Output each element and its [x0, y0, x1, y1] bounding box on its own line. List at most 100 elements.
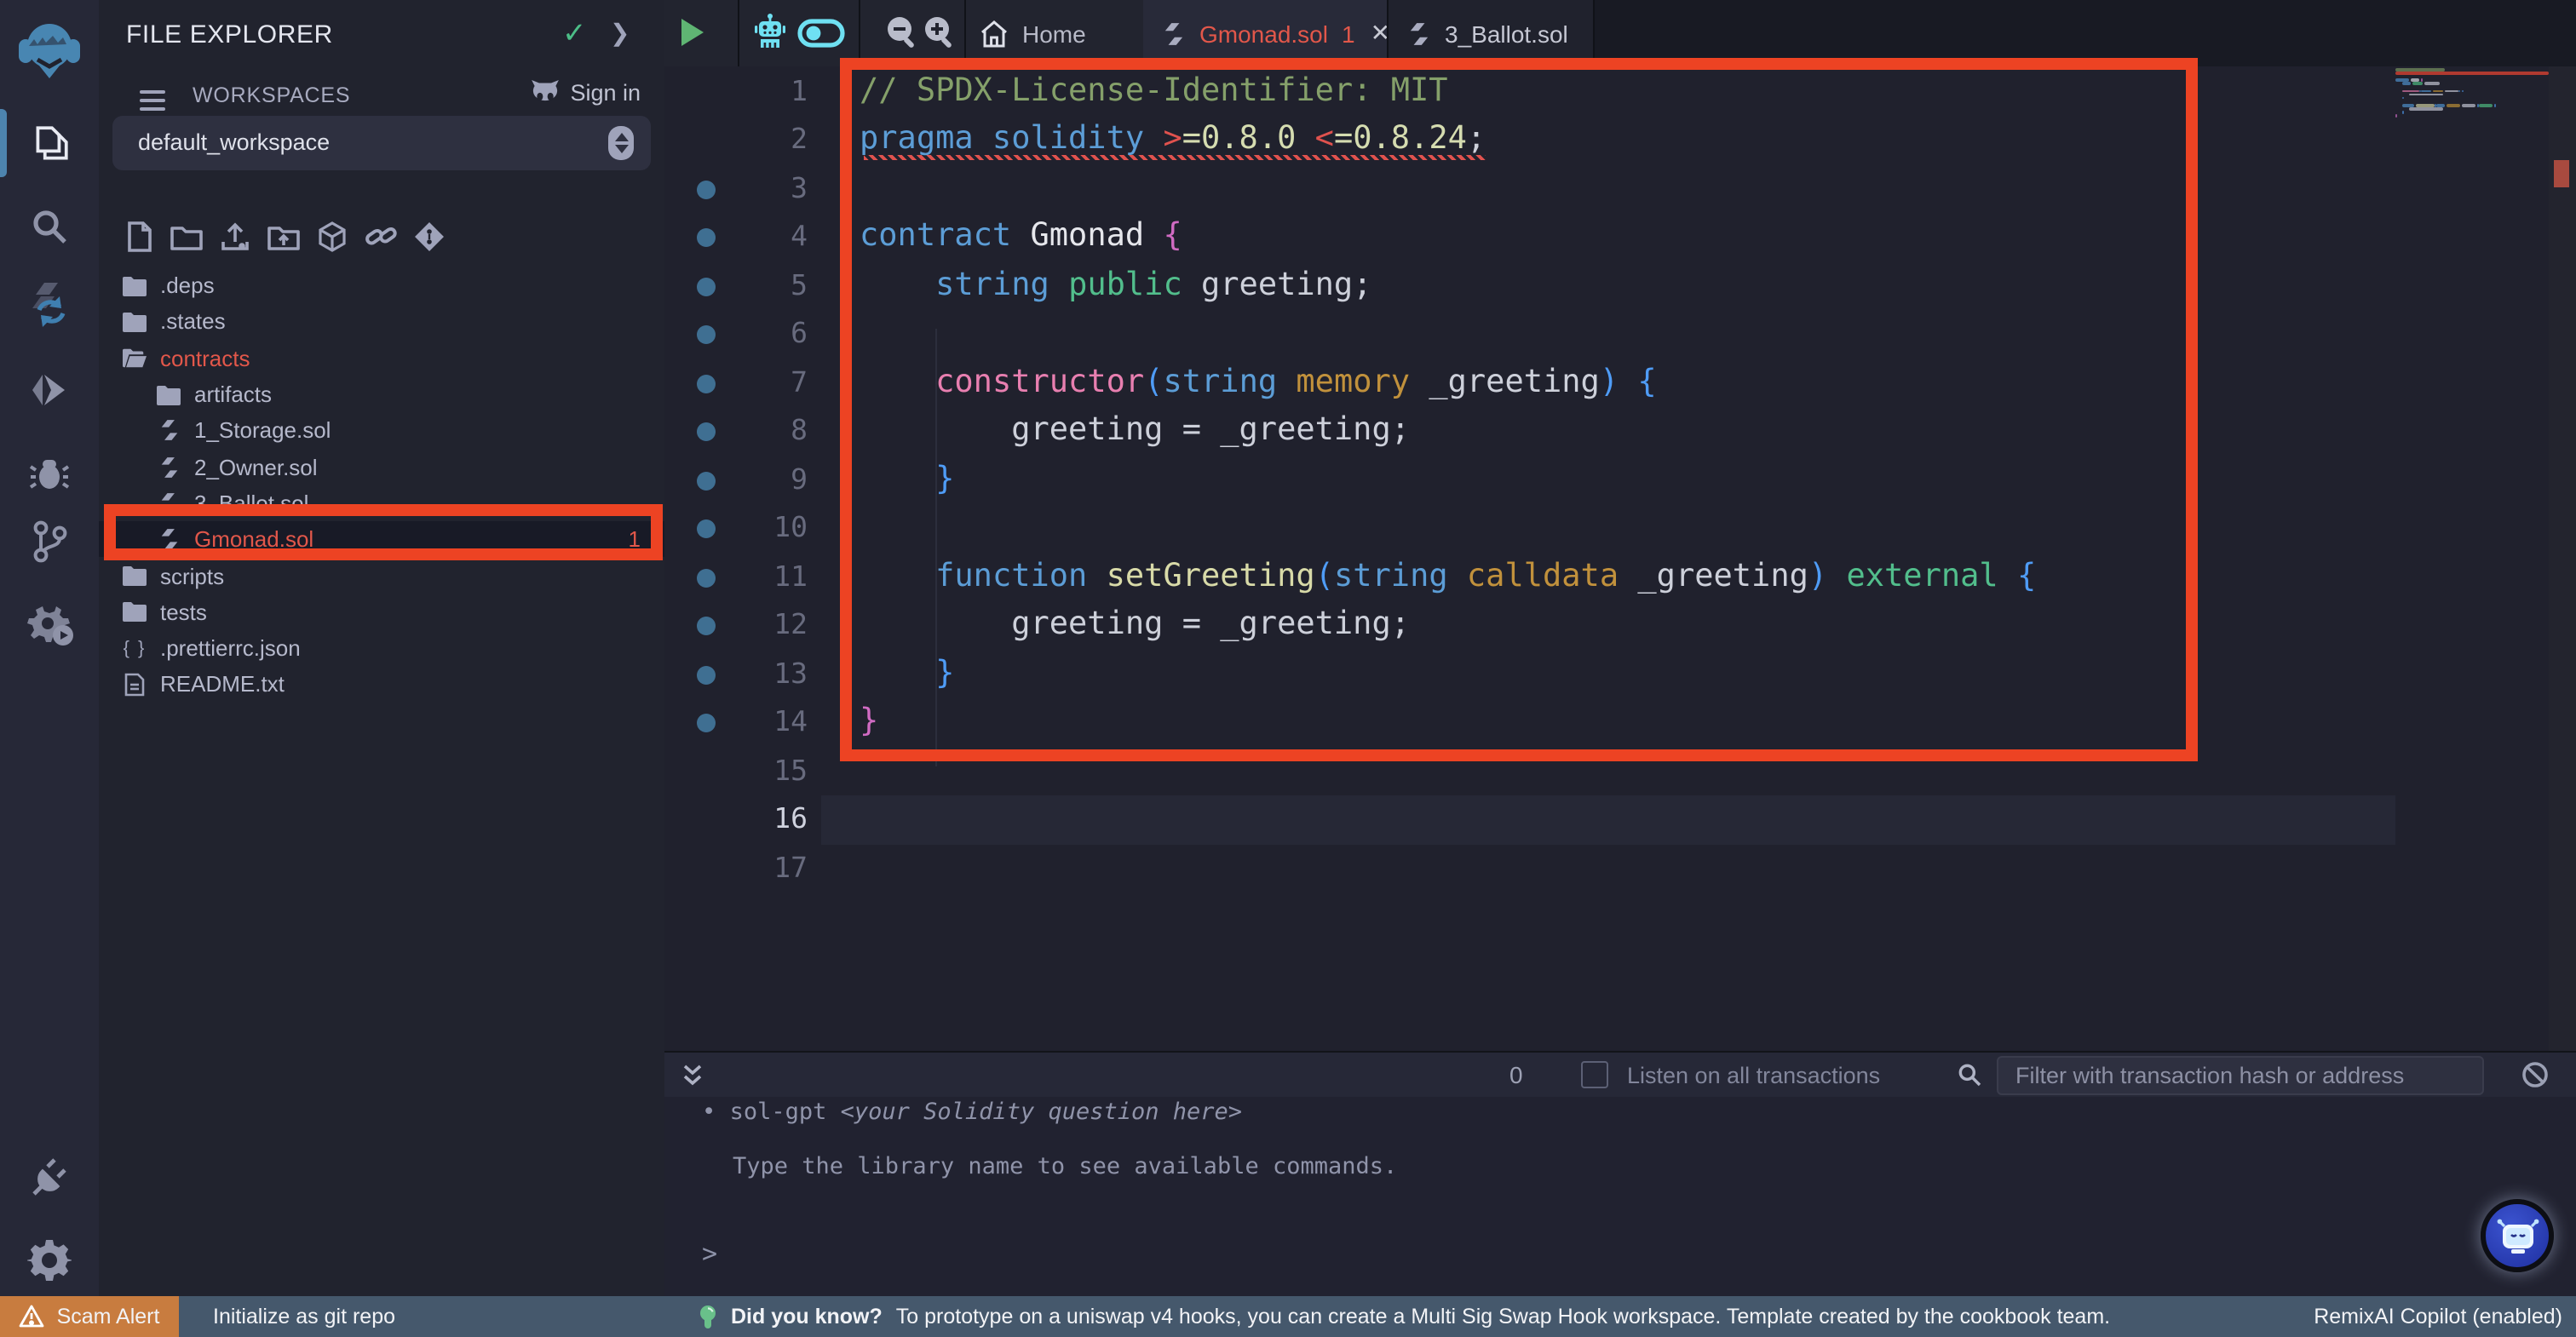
error-marker: [2554, 160, 2569, 187]
tree-item-2-owner-sol[interactable]: 2_Owner.sol: [99, 449, 664, 485]
debugger-icon[interactable]: [0, 443, 99, 504]
line-content: greeting = _greeting;: [860, 602, 1410, 651]
tab-home[interactable]: Home: [980, 0, 1086, 66]
tree-item-gmonad-sol[interactable]: Gmonad.sol1: [99, 521, 664, 558]
new-file-icon[interactable]: [126, 221, 153, 252]
tab-ballot[interactable]: 3_Ballot.sol: [1389, 0, 1593, 66]
code-line-6[interactable]: 6: [664, 311, 2395, 359]
upload-file-icon[interactable]: [220, 221, 250, 252]
code-line-14[interactable]: 14}: [664, 699, 2395, 748]
code-line-4[interactable]: 4 contract Gmonad {: [664, 214, 2395, 262]
new-folder-icon[interactable]: [170, 221, 203, 252]
tab-label: Gmonad.sol: [1199, 20, 1328, 47]
code-line-10[interactable]: 10: [664, 505, 2395, 554]
tree-item-scripts[interactable]: scripts: [99, 558, 664, 594]
solidity-icon: [157, 420, 181, 442]
file-text-icon: [123, 673, 147, 697]
panel-chevron-icon[interactable]: ❯: [610, 19, 630, 48]
terminal-prompt[interactable]: >: [702, 1238, 717, 1269]
terminal-collapse-icon[interactable]: [681, 1063, 704, 1088]
transaction-filter-input[interactable]: Filter with transaction hash or address: [1997, 1056, 2484, 1095]
link-icon[interactable]: [365, 221, 397, 252]
code-line-5[interactable]: 5 string public greeting;: [664, 262, 2395, 311]
tab-gmonad[interactable]: Gmonad.sol 1 ✕: [1143, 0, 1389, 66]
tree-item--prettierrc-json[interactable]: { }.prettierrc.json: [99, 630, 664, 667]
modified-line-dot: [697, 181, 716, 199]
copilot-toggle[interactable]: [797, 19, 845, 48]
upload-folder-icon[interactable]: [267, 221, 300, 252]
tree-item--states[interactable]: .states: [99, 304, 664, 341]
deploy-run-icon[interactable]: [0, 359, 99, 421]
copilot-status[interactable]: RemixAI Copilot (enabled): [2314, 1305, 2562, 1328]
filter-placeholder: Filter with transaction hash or address: [2015, 1063, 2404, 1088]
workspace-menu-icon[interactable]: [140, 85, 165, 116]
create-workspace-icon[interactable]: [317, 221, 348, 252]
editor-scrollbar[interactable]: [2549, 66, 2576, 1051]
solidity-compiler-icon[interactable]: [0, 271, 99, 336]
line-content: contract Gmonad {: [860, 214, 1182, 262]
code-line-15[interactable]: 15: [664, 748, 2395, 796]
listen-label[interactable]: Listen on all transactions: [1627, 1063, 1880, 1088]
plugin-runner-icon[interactable]: [0, 593, 99, 657]
code-line-16[interactable]: 16: [664, 796, 2395, 845]
tip-text: To prototype on a uniswap v4 hooks, you …: [896, 1305, 2110, 1328]
code-line-9[interactable]: 9 }: [664, 456, 2395, 505]
code-editor[interactable]: 1 // SPDX-License-Identifier: MIT2pragma …: [664, 66, 2576, 1051]
terminal-output[interactable]: • sol-gpt <your Solidity question here> …: [664, 1097, 2576, 1296]
git-init-button[interactable]: Initialize as git repo: [213, 1305, 395, 1328]
solidity-icon: [157, 492, 181, 514]
folder-icon: [123, 275, 147, 296]
line-content: }: [860, 699, 878, 748]
settings-icon[interactable]: [0, 1230, 99, 1291]
code-line-17[interactable]: 17: [664, 845, 2395, 893]
tree-item-1-storage-sol[interactable]: 1_Storage.sol: [99, 412, 664, 449]
code-line-1[interactable]: 1 // SPDX-License-Identifier: MIT: [664, 68, 2395, 117]
tree-item-tests[interactable]: tests: [99, 594, 664, 630]
tab-error-badge: 1: [1342, 20, 1355, 47]
code-line-13[interactable]: 13 }: [664, 651, 2395, 699]
line-content: constructor(string memory _greeting) {: [860, 359, 1657, 408]
tree-item-artifacts[interactable]: artifacts: [99, 376, 664, 413]
search-icon[interactable]: [0, 196, 99, 257]
ai-robot-icon[interactable]: [753, 14, 787, 51]
tree-item-label: .states: [160, 309, 226, 335]
code-line-12[interactable]: 12 greeting = _greeting;: [664, 602, 2395, 651]
scam-alert-button[interactable]: Scam Alert: [0, 1296, 179, 1337]
code-line-2[interactable]: 2pragma solidity >=0.8.0 <=0.8.24;: [664, 117, 2395, 165]
workspace-select[interactable]: default_workspace: [112, 116, 651, 170]
tree-item--deps[interactable]: .deps: [99, 267, 664, 304]
line-number: 14: [739, 699, 808, 748]
line-number: 4: [739, 214, 808, 262]
code-line-8[interactable]: 8 greeting = _greeting;: [664, 408, 2395, 456]
line-number: 11: [739, 554, 808, 602]
code-line-7[interactable]: 7 constructor(string memory _greeting) {: [664, 359, 2395, 408]
minimap[interactable]: [2395, 68, 2549, 409]
line-content: // SPDX-License-Identifier: MIT: [860, 68, 1448, 117]
tree-item-contracts[interactable]: contracts: [99, 340, 664, 376]
ai-robot-face-icon: [2495, 1215, 2539, 1256]
clear-terminal-icon[interactable]: [2521, 1061, 2549, 1088]
git-clone-icon[interactable]: [414, 221, 445, 252]
line-number: 1: [739, 68, 808, 117]
folder-icon: [157, 384, 181, 405]
run-script-button[interactable]: [678, 17, 705, 48]
compile-check-icon[interactable]: ✓: [562, 17, 587, 51]
remix-ide-window: FILE EXPLORER ✓ ❯ WORKSPACES Sign in def…: [0, 0, 2576, 1337]
code-line-11[interactable]: 11 function setGreeting(string calldata …: [664, 554, 2395, 602]
remix-ai-assistant-button[interactable]: [2481, 1199, 2554, 1272]
code-line-3[interactable]: 3: [664, 165, 2395, 214]
tree-item-label: .deps: [160, 273, 215, 298]
git-icon[interactable]: [0, 511, 99, 572]
tree-item-3-ballot-sol[interactable]: 3_Ballot.sol: [99, 485, 664, 522]
sign-in-button[interactable]: Sign in: [529, 80, 641, 106]
listen-checkbox[interactable]: [1581, 1061, 1608, 1088]
tree-item-readme-txt[interactable]: README.txt: [99, 667, 664, 703]
zoom-in-icon[interactable]: [923, 15, 954, 49]
line-number: 5: [739, 262, 808, 311]
zoom-out-icon[interactable]: [886, 15, 917, 49]
file-explorer-icon[interactable]: [0, 109, 99, 177]
line-number: 6: [739, 311, 808, 359]
plugin-manager-icon[interactable]: [0, 1145, 99, 1206]
remix-logo-icon[interactable]: [0, 14, 99, 89]
workspace-spinner-icon[interactable]: [608, 126, 634, 160]
